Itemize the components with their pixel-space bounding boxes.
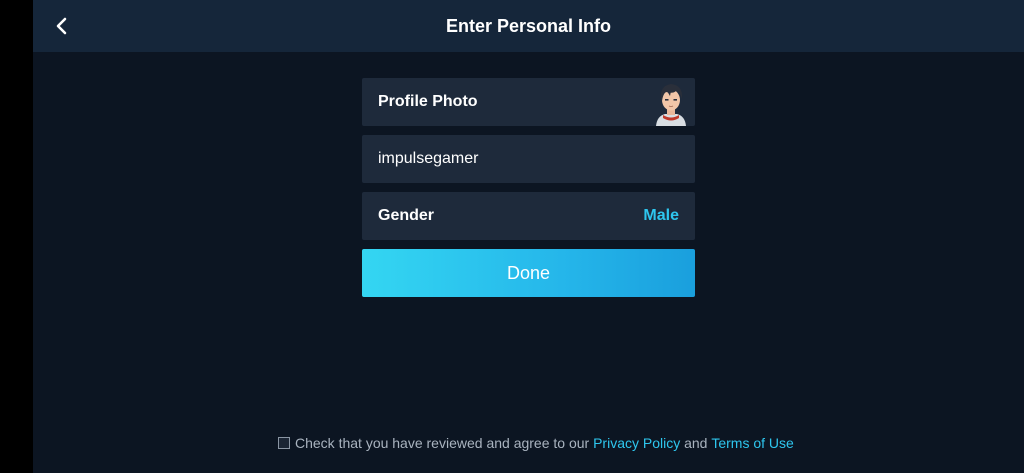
privacy-policy-link[interactable]: Privacy Policy [593,435,680,451]
agreement-text: Check that you have reviewed and agree t… [295,435,590,451]
gender-value[interactable]: Male [643,207,679,225]
header-bar: Enter Personal Info [33,0,1024,52]
screen: Enter Personal Info Profile Photo impuls… [0,0,1024,473]
avatar[interactable] [653,80,689,126]
page-title: Enter Personal Info [445,16,612,36]
personal-info-form: Profile Photo Ge [362,78,695,297]
left-bezel [0,0,33,473]
agreement-line: Check that you have reviewed and agree t… [278,433,794,453]
terms-of-use-link[interactable]: Terms of Use [711,435,793,451]
done-button[interactable]: Done [362,249,695,297]
gender-label: Gender [378,207,435,224]
username-row[interactable] [362,135,695,183]
profile-photo-row[interactable]: Profile Photo [362,78,695,126]
username-field[interactable] [378,135,679,183]
agreement-checkbox[interactable] [278,437,290,449]
gender-row[interactable]: Gender Male [362,192,695,240]
and-text: and [684,435,708,451]
profile-photo-label: Profile Photo [378,93,478,110]
